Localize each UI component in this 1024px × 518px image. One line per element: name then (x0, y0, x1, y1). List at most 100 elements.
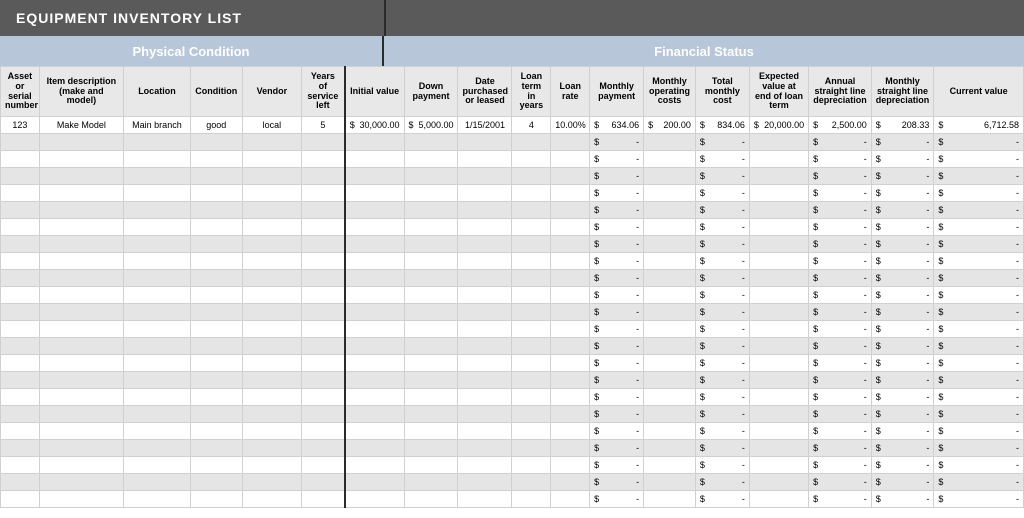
table-cell[interactable]: $- (809, 355, 872, 372)
table-cell[interactable] (1, 202, 40, 219)
table-cell[interactable] (124, 406, 191, 423)
table-cell[interactable] (551, 372, 590, 389)
table-cell[interactable] (1, 355, 40, 372)
table-cell[interactable] (39, 474, 123, 491)
table-cell[interactable] (458, 202, 512, 219)
table-cell[interactable] (124, 457, 191, 474)
table-cell[interactable] (458, 168, 512, 185)
table-cell[interactable] (302, 355, 345, 372)
table-cell[interactable] (302, 423, 345, 440)
table-cell[interactable] (302, 338, 345, 355)
table-cell[interactable] (190, 168, 242, 185)
table-cell[interactable]: $- (695, 185, 749, 202)
table-cell[interactable] (39, 134, 123, 151)
table-cell[interactable]: $- (809, 372, 872, 389)
table-cell[interactable] (190, 236, 242, 253)
table-cell[interactable] (345, 270, 404, 287)
table-cell[interactable] (39, 270, 123, 287)
table-cell[interactable] (512, 474, 551, 491)
table-cell[interactable] (404, 338, 458, 355)
table-cell[interactable] (749, 168, 808, 185)
table-cell[interactable]: $- (871, 219, 934, 236)
table-cell[interactable] (404, 151, 458, 168)
table-cell[interactable] (458, 236, 512, 253)
table-cell[interactable] (551, 389, 590, 406)
table-cell[interactable]: $- (695, 372, 749, 389)
table-cell[interactable]: $- (871, 491, 934, 508)
table-cell[interactable] (345, 372, 404, 389)
table-cell[interactable] (512, 355, 551, 372)
table-cell[interactable] (551, 355, 590, 372)
table-cell[interactable] (1, 406, 40, 423)
table-cell[interactable] (551, 134, 590, 151)
table-cell[interactable] (302, 440, 345, 457)
table-cell[interactable] (345, 168, 404, 185)
table-cell[interactable] (404, 474, 458, 491)
table-cell[interactable] (124, 287, 191, 304)
table-cell[interactable] (551, 440, 590, 457)
table-cell[interactable] (302, 287, 345, 304)
table-cell[interactable] (749, 423, 808, 440)
table-cell[interactable]: 10.00% (551, 117, 590, 134)
table-cell[interactable]: $20,000.00 (749, 117, 808, 134)
table-cell[interactable] (749, 474, 808, 491)
table-cell[interactable] (39, 457, 123, 474)
table-cell[interactable]: $- (590, 406, 644, 423)
table-cell[interactable] (458, 372, 512, 389)
table-cell[interactable]: $- (809, 236, 872, 253)
table-cell[interactable] (512, 168, 551, 185)
table-cell[interactable] (1, 491, 40, 508)
table-cell[interactable] (551, 406, 590, 423)
table-cell[interactable]: $- (871, 185, 934, 202)
table-cell[interactable]: $- (934, 406, 1024, 423)
table-cell[interactable]: $- (871, 202, 934, 219)
table-cell[interactable]: $- (695, 423, 749, 440)
table-cell[interactable] (1, 253, 40, 270)
table-cell[interactable]: $- (590, 185, 644, 202)
table-cell[interactable] (190, 134, 242, 151)
table-cell[interactable] (39, 185, 123, 202)
table-cell[interactable] (749, 406, 808, 423)
table-cell[interactable] (644, 236, 696, 253)
table-cell[interactable] (190, 406, 242, 423)
table-cell[interactable] (404, 253, 458, 270)
table-cell[interactable] (345, 287, 404, 304)
table-cell[interactable] (512, 338, 551, 355)
table-cell[interactable] (512, 406, 551, 423)
table-cell[interactable] (190, 202, 242, 219)
table-cell[interactable] (124, 338, 191, 355)
table-cell[interactable] (242, 321, 301, 338)
table-cell[interactable] (302, 474, 345, 491)
table-cell[interactable] (644, 457, 696, 474)
table-cell[interactable]: $- (590, 270, 644, 287)
table-cell[interactable] (242, 491, 301, 508)
table-cell[interactable] (1, 440, 40, 457)
table-cell[interactable] (458, 134, 512, 151)
table-cell[interactable] (551, 236, 590, 253)
table-cell[interactable] (458, 304, 512, 321)
table-cell[interactable] (302, 321, 345, 338)
table-cell[interactable] (404, 202, 458, 219)
table-cell[interactable] (345, 134, 404, 151)
table-cell[interactable] (458, 219, 512, 236)
table-cell[interactable] (124, 134, 191, 151)
table-cell[interactable] (1, 151, 40, 168)
table-cell[interactable]: $- (809, 406, 872, 423)
table-cell[interactable]: $- (809, 474, 872, 491)
table-cell[interactable]: $- (590, 457, 644, 474)
table-cell[interactable]: $- (871, 287, 934, 304)
table-cell[interactable] (302, 253, 345, 270)
table-cell[interactable] (1, 236, 40, 253)
table-cell[interactable] (242, 253, 301, 270)
table-cell[interactable] (458, 270, 512, 287)
table-cell[interactable] (302, 491, 345, 508)
table-cell[interactable] (404, 270, 458, 287)
table-cell[interactable] (39, 304, 123, 321)
table-cell[interactable]: $- (809, 219, 872, 236)
table-cell[interactable]: $- (934, 372, 1024, 389)
table-cell[interactable] (551, 168, 590, 185)
table-cell[interactable] (749, 304, 808, 321)
table-cell[interactable] (124, 440, 191, 457)
table-cell[interactable] (749, 270, 808, 287)
table-cell[interactable]: $- (934, 338, 1024, 355)
